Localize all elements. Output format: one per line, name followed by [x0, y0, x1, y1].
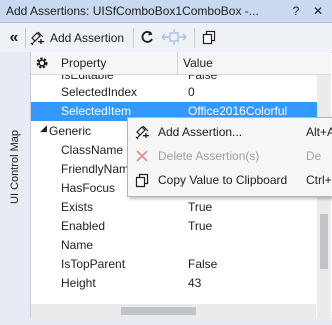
- property-row[interactable]: SelectedIndex 0: [31, 83, 317, 102]
- side-tab-label: UI Control Map: [9, 130, 21, 204]
- toolbar: « Add Assertion: [0, 23, 332, 53]
- property-column-header[interactable]: Property: [61, 56, 106, 70]
- property-row[interactable]: Enabled True: [31, 217, 317, 236]
- bottom-strip: [0, 318, 332, 325]
- add-assertion-icon: [134, 124, 150, 140]
- side-tab-label-wrap: UI Control Map: [7, 72, 23, 262]
- property-value: True: [188, 219, 213, 233]
- property-value: 43: [188, 276, 202, 290]
- copy-icon: [201, 29, 217, 48]
- expand-toggle-icon[interactable]: ◢: [40, 123, 47, 134]
- toolbar-separator: [133, 28, 134, 48]
- delete-x-icon: [134, 148, 150, 164]
- collapse-panel-button[interactable]: «: [6, 27, 22, 49]
- column-divider[interactable]: [177, 52, 178, 74]
- menu-item-shortcut: Ctrl+C: [306, 173, 332, 187]
- property-value: False: [188, 257, 218, 271]
- property-name: Enabled: [61, 219, 106, 233]
- menu-item-label: Add Assertion...: [158, 125, 243, 139]
- window-title: Add Assertions: UISfComboBox1ComboBox -.…: [6, 4, 259, 18]
- property-value: True: [188, 200, 213, 214]
- property-name: SelectedItem: [61, 104, 132, 118]
- property-row[interactable]: Exists True: [31, 198, 317, 217]
- horizontal-scroll-thumb[interactable]: [121, 307, 196, 315]
- property-value: 0: [188, 85, 195, 99]
- value-column-header[interactable]: Value: [183, 56, 213, 70]
- menu-item-label: Delete Assertion(s): [158, 149, 260, 163]
- menu-item-label: Copy Value to Clipboard: [158, 173, 288, 187]
- menu-item-shortcut: De: [306, 149, 322, 163]
- property-row[interactable]: Height 43: [31, 274, 317, 293]
- category-name: Generic: [49, 124, 92, 138]
- help-button[interactable]: ?: [288, 3, 304, 19]
- menu-item-add-assertion[interactable]: Add Assertion... Alt+A: [128, 121, 332, 143]
- toolbar-separator: [194, 28, 195, 48]
- property-name: IsTopParent: [61, 257, 126, 271]
- copy-toolbar-button[interactable]: [200, 27, 218, 49]
- property-row[interactable]: Name: [31, 236, 317, 255]
- menu-item-shortcut: Alt+A: [306, 125, 332, 139]
- horizontal-scrollbar[interactable]: [31, 304, 316, 318]
- crosshair-icon: [161, 28, 187, 48]
- add-assertion-button[interactable]: Add Assertion: [29, 27, 129, 49]
- property-name: SelectedIndex: [61, 85, 138, 99]
- property-name: HasFocus: [61, 181, 116, 195]
- add-assertion-icon: [29, 30, 45, 46]
- menu-item-delete-assertions[interactable]: Delete Assertion(s) De: [128, 145, 332, 167]
- property-name: Name: [61, 238, 94, 252]
- toolbar-separator: [25, 28, 26, 48]
- property-value: Office2016Colorful: [188, 104, 288, 118]
- settings-gear-icon[interactable]: [34, 55, 50, 74]
- refresh-button[interactable]: [138, 27, 156, 49]
- property-row[interactable]: IsTopParent False: [31, 255, 317, 274]
- vertical-scroll-thumb[interactable]: [320, 214, 328, 269]
- copy-icon: [134, 172, 150, 188]
- menu-item-copy-value[interactable]: Copy Value to Clipboard Ctrl+C: [128, 169, 332, 191]
- refresh-icon: [139, 29, 155, 48]
- close-button[interactable]: ✕: [310, 3, 326, 19]
- property-name: Exists: [61, 200, 94, 214]
- property-name: ClassName: [61, 143, 124, 157]
- property-name: Height: [61, 276, 96, 290]
- move-crosshair-button[interactable]: [160, 27, 188, 49]
- grid-header-cover: Property Value: [31, 52, 331, 75]
- title-bar: Add Assertions: UISfComboBox1ComboBox -.…: [0, 0, 332, 23]
- property-name: FriendlyNam: [61, 162, 130, 176]
- ui-control-map-tab[interactable]: UI Control Map: [0, 52, 31, 318]
- add-assertion-label: Add Assertion: [50, 31, 125, 45]
- context-menu: Add Assertion... Alt+A Delete Assertion(…: [127, 117, 332, 197]
